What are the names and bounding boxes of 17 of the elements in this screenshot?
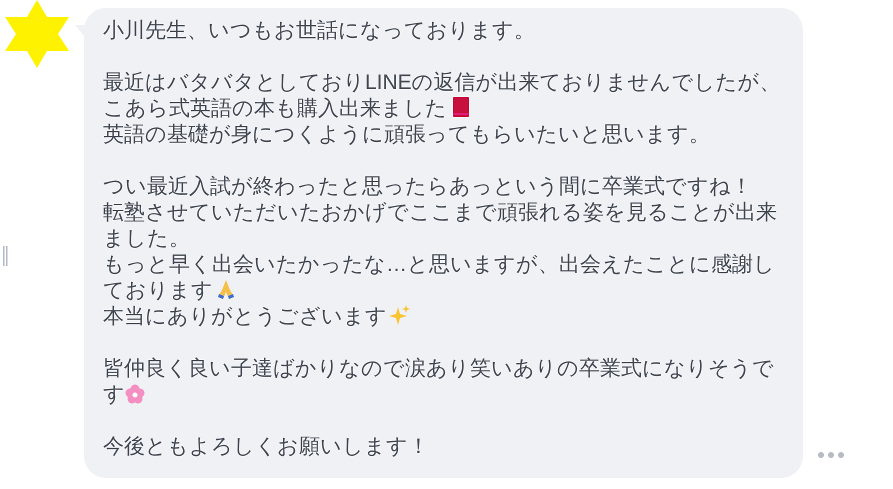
message-text: 最近はバタバタとしておりLINEの返信が出来ておりませんでしたが、 [103,70,782,96]
praying-hands-icon [215,278,237,300]
message-text: 今後ともよろしくお願いします！ [103,434,430,460]
sparkles-icon [389,304,411,326]
resize-handle-icon [3,246,8,266]
message-text: 英語の基礎が身につくように頑張ってもらいたいと思います。 [103,122,711,148]
message-text: こあら式英語の本も購入出来ました [103,96,789,122]
book-icon [451,96,471,118]
more-options-icon [817,451,845,459]
blossom-icon [125,384,145,404]
message-text: つい最近入試が終わったと思ったらあっという間に卒業式ですね！ [103,174,753,200]
message-text: 本当にありがとうございます [103,304,789,330]
message-text: 小川先生、いつもお世話になっております。 [103,18,536,44]
message-text: 皆仲良く良い子達ばかりなので涙あり笑いありの卒業式になりそうです [103,356,775,408]
star-avatar-icon [3,0,71,68]
message-text: もっと早く出会いたかったな…と思いますが、出会えたことに感謝しております [103,252,776,304]
message-text: 転塾させていただいたおかげでここまで頑張れる姿を見ることが出来ました。 [103,200,778,252]
